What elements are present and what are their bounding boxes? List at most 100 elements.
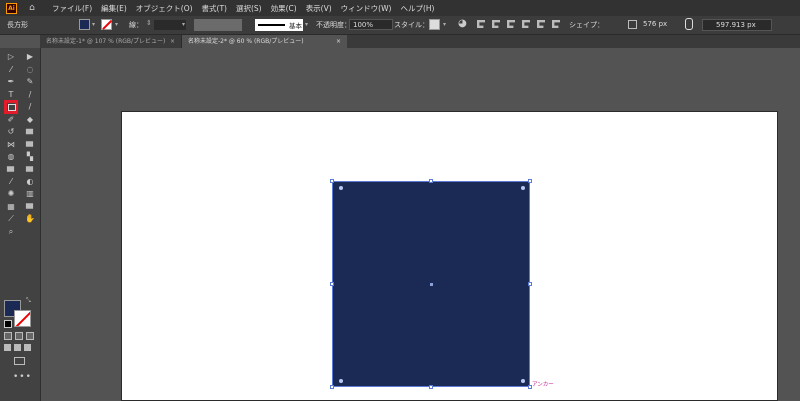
- variable-width-profile[interactable]: [194, 19, 242, 31]
- hand-tool-icon[interactable]: ✋: [25, 214, 35, 224]
- resize-handle[interactable]: [330, 179, 334, 183]
- tab-document-1[interactable]: 名称未設定-1* @ 107 % (RGB/プレビュー) ×: [40, 35, 182, 48]
- corner-radius-widget[interactable]: [521, 186, 525, 190]
- align-controls: [477, 20, 560, 28]
- column-graph-tool-icon[interactable]: ▥: [25, 189, 35, 199]
- align-right-icon[interactable]: [507, 20, 515, 28]
- stroke-label: 線：: [129, 21, 143, 29]
- shaper-tool-icon[interactable]: ✐: [6, 115, 16, 125]
- chevron-down-icon[interactable]: ▾: [115, 21, 118, 28]
- swap-fill-stroke-icon[interactable]: ⤡: [26, 297, 31, 305]
- chevron-down-icon[interactable]: ▾: [305, 21, 308, 28]
- close-icon[interactable]: ×: [336, 35, 341, 48]
- gradient-icon[interactable]: [15, 332, 23, 340]
- menu-edit[interactable]: 編集(E): [101, 3, 127, 14]
- perspective-grid-tool-icon[interactable]: ▚: [25, 152, 35, 162]
- tab-label: 名称未設定-2* @ 60 % (RGB/プレビュー): [188, 38, 304, 45]
- menu-window[interactable]: ウィンドウ(W): [341, 3, 392, 14]
- width-tool-icon[interactable]: ⋈: [6, 140, 16, 150]
- chevron-down-icon[interactable]: ▾: [443, 21, 446, 28]
- paintbrush-tool-icon[interactable]: /: [25, 102, 35, 112]
- graphic-style-swatch[interactable]: [429, 19, 440, 30]
- fill-color-swatch[interactable]: [79, 19, 90, 30]
- toolbox: ▷ ▶ ⁄ ◌ ✒ ✎ T / / ✐ ◆ ↺ ⋈ ◍ ▚ ⁄ ◐ ✺ ▥ ▦ …: [0, 48, 41, 401]
- tool-grid: ▷ ▶ ⁄ ◌ ✒ ✎ T / / ✐ ◆ ↺ ⋈ ◍ ▚ ⁄ ◐ ✺ ▥ ▦ …: [4, 52, 35, 237]
- brush-definition-field[interactable]: 基本: [255, 19, 303, 31]
- stroke-color-box[interactable]: [14, 310, 31, 327]
- corner-radius-widget[interactable]: [339, 186, 343, 190]
- more-tools-icon[interactable]: •••: [13, 372, 32, 382]
- shape-label: シェイプ：: [569, 21, 604, 29]
- link-icon[interactable]: [685, 18, 693, 30]
- curvature-tool-icon[interactable]: ✎: [25, 77, 35, 87]
- none-icon[interactable]: [26, 332, 34, 340]
- align-middle-icon[interactable]: [537, 20, 545, 28]
- resize-handle[interactable]: [330, 385, 334, 389]
- rectangle-tool-icon[interactable]: [4, 100, 18, 114]
- symbol-sprayer-tool-icon[interactable]: ✺: [6, 189, 16, 199]
- chevron-down-icon[interactable]: ▾: [92, 21, 95, 28]
- align-top-icon[interactable]: [522, 20, 530, 28]
- close-icon[interactable]: ×: [170, 35, 175, 48]
- color-mode-row: [4, 332, 34, 340]
- home-icon[interactable]: ⌂: [26, 3, 38, 13]
- artboard-tool-icon[interactable]: [25, 203, 34, 209]
- menu-select[interactable]: 選択(S): [236, 3, 262, 14]
- shape-width-input[interactable]: 576 px: [643, 20, 667, 28]
- resize-handle[interactable]: [330, 282, 334, 286]
- draw-behind-icon[interactable]: [14, 344, 21, 351]
- rotate-tool-icon[interactable]: ↺: [6, 127, 16, 137]
- align-bottom-icon[interactable]: [552, 20, 560, 28]
- resize-handle[interactable]: [528, 282, 532, 286]
- resize-handle[interactable]: [429, 385, 433, 389]
- style-label: スタイル：: [394, 21, 429, 29]
- zoom-tool-icon[interactable]: ⌕: [6, 227, 16, 237]
- opacity-input[interactable]: 100%: [349, 19, 393, 30]
- shape-height-input[interactable]: 597.913 px: [702, 19, 772, 31]
- corner-radius-widget[interactable]: [339, 379, 343, 383]
- pen-tool-icon[interactable]: ✒: [6, 77, 16, 87]
- menu-effect[interactable]: 効果(C): [271, 3, 297, 14]
- magic-wand-tool-icon[interactable]: ⁄: [6, 65, 16, 75]
- tab-document-2[interactable]: 名称未設定-2* @ 60 % (RGB/プレビュー) ×: [182, 35, 347, 48]
- stroke-color-swatch[interactable]: [101, 19, 112, 30]
- resize-handle[interactable]: [429, 179, 433, 183]
- corner-radius-widget[interactable]: [521, 379, 525, 383]
- resize-handle[interactable]: [528, 179, 532, 183]
- stroke-weight-spinner-icon[interactable]: ⇕: [146, 19, 152, 27]
- type-tool-icon[interactable]: T: [6, 90, 16, 100]
- eraser-tool-icon[interactable]: ◆: [25, 115, 35, 125]
- scale-tool-icon[interactable]: [25, 128, 34, 135]
- selection-tool-icon[interactable]: ▷: [6, 52, 16, 62]
- menu-help[interactable]: ヘルプ(H): [400, 3, 434, 14]
- stroke-line-preview: [258, 24, 285, 26]
- color-icon[interactable]: [4, 332, 12, 340]
- draw-normal-icon[interactable]: [4, 344, 11, 351]
- menu-object[interactable]: オブジェクト(O): [136, 3, 193, 14]
- smart-guide-anchor-label: アンカー: [532, 382, 554, 388]
- mesh-tool-icon[interactable]: [6, 166, 15, 172]
- lasso-tool-icon[interactable]: ◌: [25, 65, 35, 75]
- line-tool-icon[interactable]: /: [25, 90, 35, 100]
- recolor-artwork-icon[interactable]: ◕: [458, 18, 467, 29]
- free-transform-tool-icon[interactable]: [25, 141, 34, 147]
- align-left-icon[interactable]: [477, 20, 485, 28]
- gradient-tool-icon[interactable]: [25, 166, 34, 172]
- blend-tool-icon[interactable]: ◐: [25, 177, 35, 187]
- shape-builder-tool-icon[interactable]: ◍: [6, 152, 16, 162]
- bar-graph-tool-icon[interactable]: ▦: [6, 202, 16, 212]
- menu-type[interactable]: 書式(T): [202, 3, 227, 14]
- direct-selection-tool-icon[interactable]: ▶: [25, 52, 35, 62]
- slice-tool-icon[interactable]: ⟋: [6, 214, 16, 224]
- shape-width-icon: [628, 20, 637, 29]
- screen-mode-icon[interactable]: [14, 357, 25, 365]
- draw-inside-icon[interactable]: [24, 344, 31, 351]
- menu-bar: Ai ⌂ ファイル(F) 編集(E) オブジェクト(O) 書式(T) 選択(S)…: [0, 0, 800, 16]
- chevron-down-icon[interactable]: ▾: [182, 21, 185, 28]
- menu-view[interactable]: 表示(V): [306, 3, 332, 14]
- menu-file[interactable]: ファイル(F): [52, 3, 92, 14]
- align-center-icon[interactable]: [492, 20, 500, 28]
- eyedropper-tool-icon[interactable]: ⁄: [6, 177, 16, 187]
- default-fill-stroke-icon[interactable]: [4, 320, 12, 328]
- opacity-label: 不透明度：: [316, 21, 351, 29]
